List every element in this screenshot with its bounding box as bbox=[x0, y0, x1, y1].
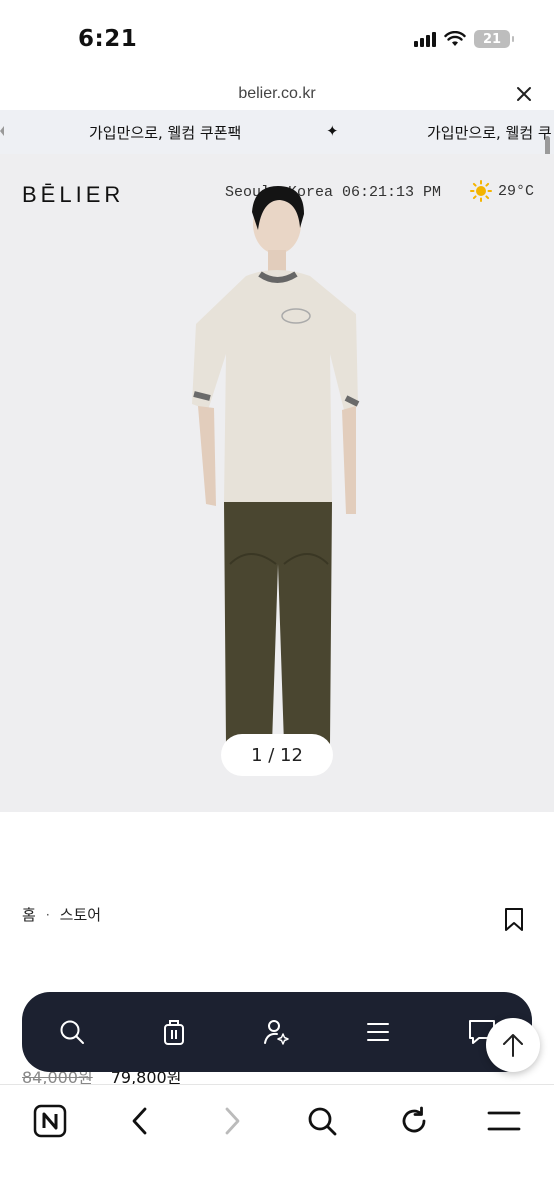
account-button[interactable] bbox=[260, 1016, 292, 1048]
forward-button[interactable] bbox=[214, 1103, 250, 1139]
naver-home-button[interactable] bbox=[32, 1103, 68, 1139]
sun-icon bbox=[470, 180, 492, 202]
wifi-icon bbox=[444, 31, 466, 46]
brand-logo[interactable]: BĒLIER bbox=[22, 182, 124, 208]
chevron-left-icon bbox=[132, 1107, 147, 1135]
refresh-icon bbox=[402, 1106, 426, 1133]
marquee-edge-icon bbox=[0, 126, 4, 136]
breadcrumb-home[interactable]: 홈 bbox=[22, 904, 36, 925]
browser-search-button[interactable] bbox=[304, 1103, 340, 1139]
menu-icon bbox=[367, 1023, 389, 1041]
product-photo bbox=[192, 186, 360, 762]
naver-n-icon bbox=[33, 1104, 67, 1138]
floating-nav-bar bbox=[22, 992, 532, 1072]
gallery-pager: 1 / 12 bbox=[221, 734, 333, 776]
menu-button[interactable] bbox=[362, 1016, 394, 1048]
temperature: 29°C bbox=[498, 182, 535, 200]
sparkle-icon: ✦ bbox=[326, 123, 339, 140]
url-text[interactable]: belier.co.kr bbox=[0, 85, 554, 103]
breadcrumb-separator: · bbox=[45, 907, 50, 922]
shopping-bag-icon bbox=[164, 1020, 184, 1045]
browser-toolbar bbox=[0, 1084, 554, 1200]
arrow-up-icon bbox=[503, 1034, 523, 1057]
shopping-bag-button[interactable] bbox=[158, 1016, 190, 1048]
user-icon bbox=[264, 1020, 289, 1045]
promo-text-repeat[interactable]: 가입만으로, 웰컴 쿠 bbox=[427, 122, 552, 143]
close-icon[interactable] bbox=[514, 84, 534, 104]
back-button[interactable] bbox=[122, 1103, 158, 1139]
search-icon bbox=[60, 1020, 84, 1044]
weather-widget: 29°C bbox=[470, 180, 534, 202]
bookmark-icon[interactable] bbox=[504, 907, 524, 932]
search-icon bbox=[308, 1107, 337, 1136]
url-bar[interactable]: belier.co.kr bbox=[0, 80, 554, 110]
status-time: 6:21 bbox=[78, 26, 138, 52]
battery-icon: 21 bbox=[474, 30, 514, 48]
status-icons: 21 bbox=[414, 30, 514, 48]
product-gallery[interactable]: BĒLIER Seoul, Korea 06:21:13 PM 29°C 1 /… bbox=[0, 154, 554, 812]
promo-banner[interactable]: 가입만으로, 웰컴 쿠폰팩 ✦ 가입만으로, 웰컴 쿠 bbox=[0, 110, 554, 154]
status-bar: 6:21 21 bbox=[0, 0, 554, 80]
search-button[interactable] bbox=[56, 1016, 88, 1048]
breadcrumb: 홈 · 스토어 bbox=[22, 904, 101, 925]
refresh-button[interactable] bbox=[396, 1103, 432, 1139]
breadcrumb-store[interactable]: 스토어 bbox=[60, 904, 101, 925]
menu-icon bbox=[487, 1111, 521, 1131]
browser-menu-button[interactable] bbox=[486, 1103, 522, 1139]
cellular-signal-icon bbox=[414, 31, 436, 47]
promo-text[interactable]: 가입만으로, 웰컴 쿠폰팩 bbox=[89, 122, 241, 143]
scroll-to-top-button[interactable] bbox=[486, 1018, 540, 1072]
chevron-right-icon bbox=[225, 1107, 240, 1135]
